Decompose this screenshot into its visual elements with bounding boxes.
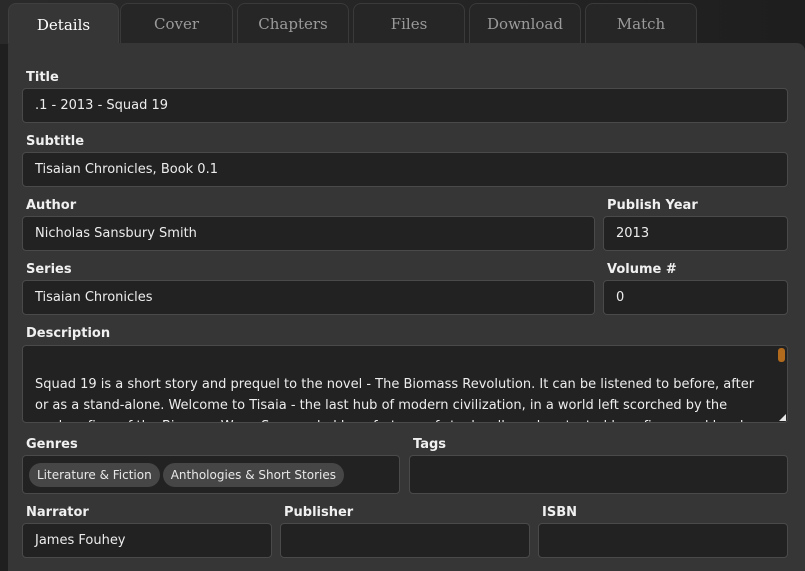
volume-input[interactable]: 0	[603, 280, 788, 315]
isbn-label: ISBN	[542, 505, 577, 520]
publish-year-input[interactable]: 2013	[603, 216, 788, 251]
tab-download[interactable]: Download	[469, 3, 581, 44]
title-label: Title	[26, 70, 59, 85]
tab-match[interactable]: Match	[585, 3, 697, 44]
genres-input[interactable]: Literature & Fiction Anthologies & Short…	[22, 455, 400, 494]
publisher-input[interactable]	[280, 523, 530, 558]
author-label: Author	[26, 198, 77, 213]
tags-label: Tags	[413, 437, 447, 452]
resize-grip-icon[interactable]	[779, 414, 786, 421]
description-label: Description	[26, 326, 111, 341]
genres-label: Genres	[26, 437, 78, 452]
tab-chapters[interactable]: Chapters	[237, 3, 349, 44]
description-text: Squad 19 is a short story and prequel to…	[35, 377, 755, 422]
narrator-input[interactable]: James Fouhey	[22, 523, 272, 558]
title-input[interactable]: .1 - 2013 - Squad 19	[22, 88, 788, 123]
genre-chip[interactable]: Anthologies & Short Stories	[162, 462, 345, 487]
series-input[interactable]: Tisaian Chronicles	[22, 280, 595, 315]
volume-label: Volume #	[607, 262, 677, 277]
tab-cover[interactable]: Cover	[120, 3, 233, 44]
subtitle-input[interactable]: Tisaian Chronicles, Book 0.1	[22, 152, 788, 187]
publisher-label: Publisher	[284, 505, 354, 520]
narrator-label: Narrator	[26, 505, 89, 520]
description-textarea[interactable]: Squad 19 is a short story and prequel to…	[22, 345, 788, 423]
subtitle-label: Subtitle	[26, 134, 85, 149]
publish-year-label: Publish Year	[607, 198, 698, 213]
genre-chip[interactable]: Literature & Fiction	[29, 462, 160, 487]
author-input[interactable]: Nicholas Sansbury Smith	[22, 216, 595, 251]
series-label: Series	[26, 262, 72, 277]
tags-input[interactable]	[409, 455, 788, 494]
tab-details[interactable]: Details	[8, 3, 119, 45]
description-scrollbar[interactable]	[778, 348, 785, 362]
tab-files[interactable]: Files	[353, 3, 465, 44]
isbn-input[interactable]	[538, 523, 788, 558]
